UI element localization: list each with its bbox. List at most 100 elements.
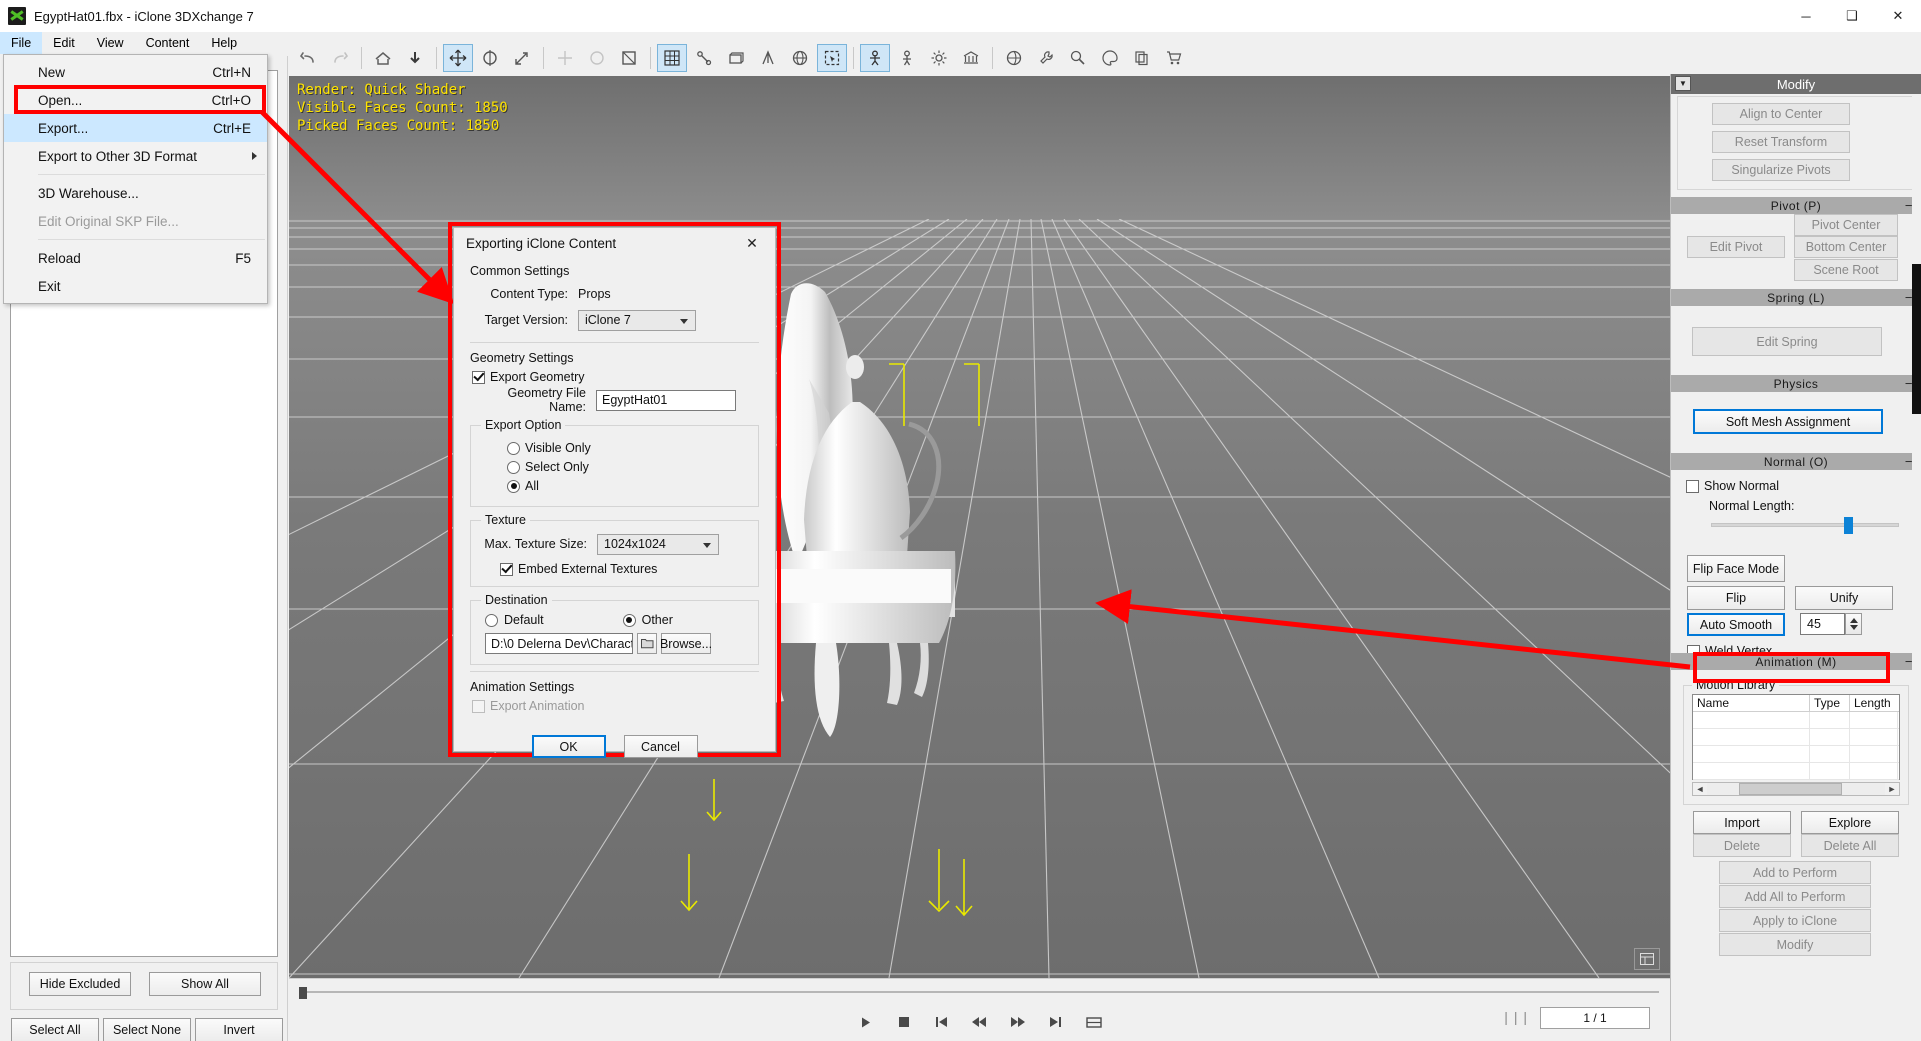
normal-section-header[interactable]: Normal (O) − [1671,453,1921,470]
close-button[interactable]: ✕ [1875,0,1921,32]
bottom-center-button[interactable]: Bottom Center [1794,236,1898,258]
viewport-layout-icon[interactable] [1634,948,1660,970]
unify-button[interactable]: Unify [1795,586,1893,610]
show-normal-checkbox[interactable] [1686,479,1699,493]
add-to-perform-button[interactable]: Add to Perform [1719,861,1871,884]
motion-library-scrollbar[interactable]: ◄ ► [1692,782,1900,796]
select-face-icon[interactable] [817,44,847,72]
rotate-disabled-icon[interactable] [582,44,612,72]
all-radio[interactable] [507,479,520,493]
pivot-section-header[interactable]: Pivot (P) − [1671,197,1921,214]
destination-path-input[interactable]: D:\0 Delerna Dev\Characters\Acces [485,633,633,654]
all-radio-row[interactable]: All [507,479,748,493]
invert-button[interactable]: Invert [195,1018,283,1041]
redo-icon[interactable] [325,44,355,72]
pivot-center-button[interactable]: Pivot Center [1794,214,1898,236]
destination-default-radio[interactable] [485,613,498,627]
palette-icon[interactable] [1095,44,1125,72]
timeline-handle[interactable] [299,987,307,999]
copy-icon[interactable] [1127,44,1157,72]
destination-other-radio[interactable] [622,613,636,627]
delete-all-button[interactable]: Delete All [1801,834,1899,857]
wrench-icon[interactable] [1031,44,1061,72]
crop-icon[interactable] [614,44,644,72]
paint-icon[interactable] [1063,44,1093,72]
normal-length-slider[interactable] [1711,517,1899,534]
panel-scrollbar[interactable] [1912,94,1921,1041]
menu-item-export-other-format[interactable]: Export to Other 3D Format [4,142,267,170]
scene-root-button[interactable]: Scene Root [1794,259,1898,281]
export-geometry-checkbox[interactable] [472,370,485,384]
timeline-grip-icon[interactable]: | | | [1504,1009,1528,1025]
animation-section-header[interactable]: Animation (M) − [1671,653,1921,670]
light-icon[interactable] [924,44,954,72]
menu-item-new[interactable]: New Ctrl+N [4,58,267,86]
down-arrow-icon[interactable] [400,44,430,72]
geometry-file-name-input[interactable]: EgyptHat01 [596,389,736,411]
axis-icon[interactable] [753,44,783,72]
auto-smooth-button[interactable]: Auto Smooth [1687,613,1785,636]
select-only-radio-row[interactable]: Select Only [507,460,748,474]
museum-icon[interactable] [956,44,986,72]
table-row[interactable] [1693,746,1899,763]
menu-item-exit[interactable]: Exit [4,272,267,300]
select-only-radio[interactable] [507,460,520,474]
undo-icon[interactable] [293,44,323,72]
skip-end-icon[interactable] [1045,1011,1067,1033]
folder-icon[interactable] [637,633,657,654]
align-to-center-button[interactable]: Align to Center [1712,103,1850,125]
add-all-to-perform-button[interactable]: Add All to Perform [1719,885,1871,908]
visible-only-radio-row[interactable]: Visible Only [507,441,748,455]
select-none-button[interactable]: Select None [103,1018,191,1041]
delete-button[interactable]: Delete [1693,834,1791,857]
physics-section-header[interactable]: Physics − [1671,375,1921,392]
column-header-length[interactable]: Length [1850,695,1898,711]
play-icon[interactable] [855,1011,877,1033]
close-icon[interactable]: ✕ [735,230,769,256]
embed-textures-checkbox[interactable] [500,562,513,576]
menu-content[interactable]: Content [135,32,201,54]
cart-icon[interactable] [1159,44,1189,72]
auto-smooth-angle-input[interactable]: 45 [1800,613,1845,635]
collapse-icon[interactable]: ▼ [1675,76,1691,91]
person-alt-icon[interactable] [892,44,922,72]
stop-icon[interactable] [893,1011,915,1033]
max-texture-size-select[interactable]: 1024x1024 [597,533,719,555]
home-icon[interactable] [368,44,398,72]
import-button[interactable]: Import [1693,811,1791,834]
box-icon[interactable] [721,44,751,72]
table-row[interactable] [1693,763,1899,780]
cancel-button[interactable]: Cancel [623,735,698,758]
hide-excluded-button[interactable]: Hide Excluded [29,972,131,996]
column-header-type[interactable]: Type [1810,695,1850,711]
rewind-icon[interactable] [969,1011,991,1033]
apply-to-iclone-button[interactable]: Apply to iClone [1719,909,1871,932]
soft-mesh-assignment-button[interactable]: Soft Mesh Assignment [1693,409,1883,434]
show-normal-checkbox-row[interactable]: Show Normal [1686,479,1921,493]
grid-icon[interactable] [657,44,687,72]
auto-smooth-stepper[interactable] [1845,613,1862,635]
flip-face-mode-button[interactable]: Flip Face Mode [1687,555,1785,582]
bone-icon[interactable] [689,44,719,72]
menu-item-3d-warehouse[interactable]: 3D Warehouse... [4,179,267,207]
modify-button[interactable]: Modify [1719,933,1871,956]
menu-item-open[interactable]: Open... Ctrl+O [4,86,267,114]
menu-view[interactable]: View [86,32,135,54]
ok-button[interactable]: OK [531,735,606,758]
scroll-bar-track[interactable] [1707,783,1885,795]
move-disabled-icon[interactable] [550,44,580,72]
move-tool-icon[interactable] [443,44,473,72]
loop-icon[interactable] [1083,1011,1105,1033]
menu-help[interactable]: Help [200,32,248,54]
frame-counter[interactable]: 1 / 1 [1540,1007,1650,1029]
menu-file[interactable]: File [0,32,43,54]
normal-length-slider-thumb[interactable] [1844,517,1854,534]
scroll-right-icon[interactable]: ► [1885,784,1899,794]
timeline-scrubber[interactable] [299,987,1659,999]
spring-section-header[interactable]: Spring (L) − [1671,289,1921,306]
scroll-left-icon[interactable]: ◄ [1693,784,1707,794]
singularize-pivots-button[interactable]: Singularize Pivots [1712,159,1850,181]
sphere-icon[interactable] [999,44,1029,72]
rotate-tool-icon[interactable] [475,44,505,72]
show-all-button[interactable]: Show All [149,972,261,996]
